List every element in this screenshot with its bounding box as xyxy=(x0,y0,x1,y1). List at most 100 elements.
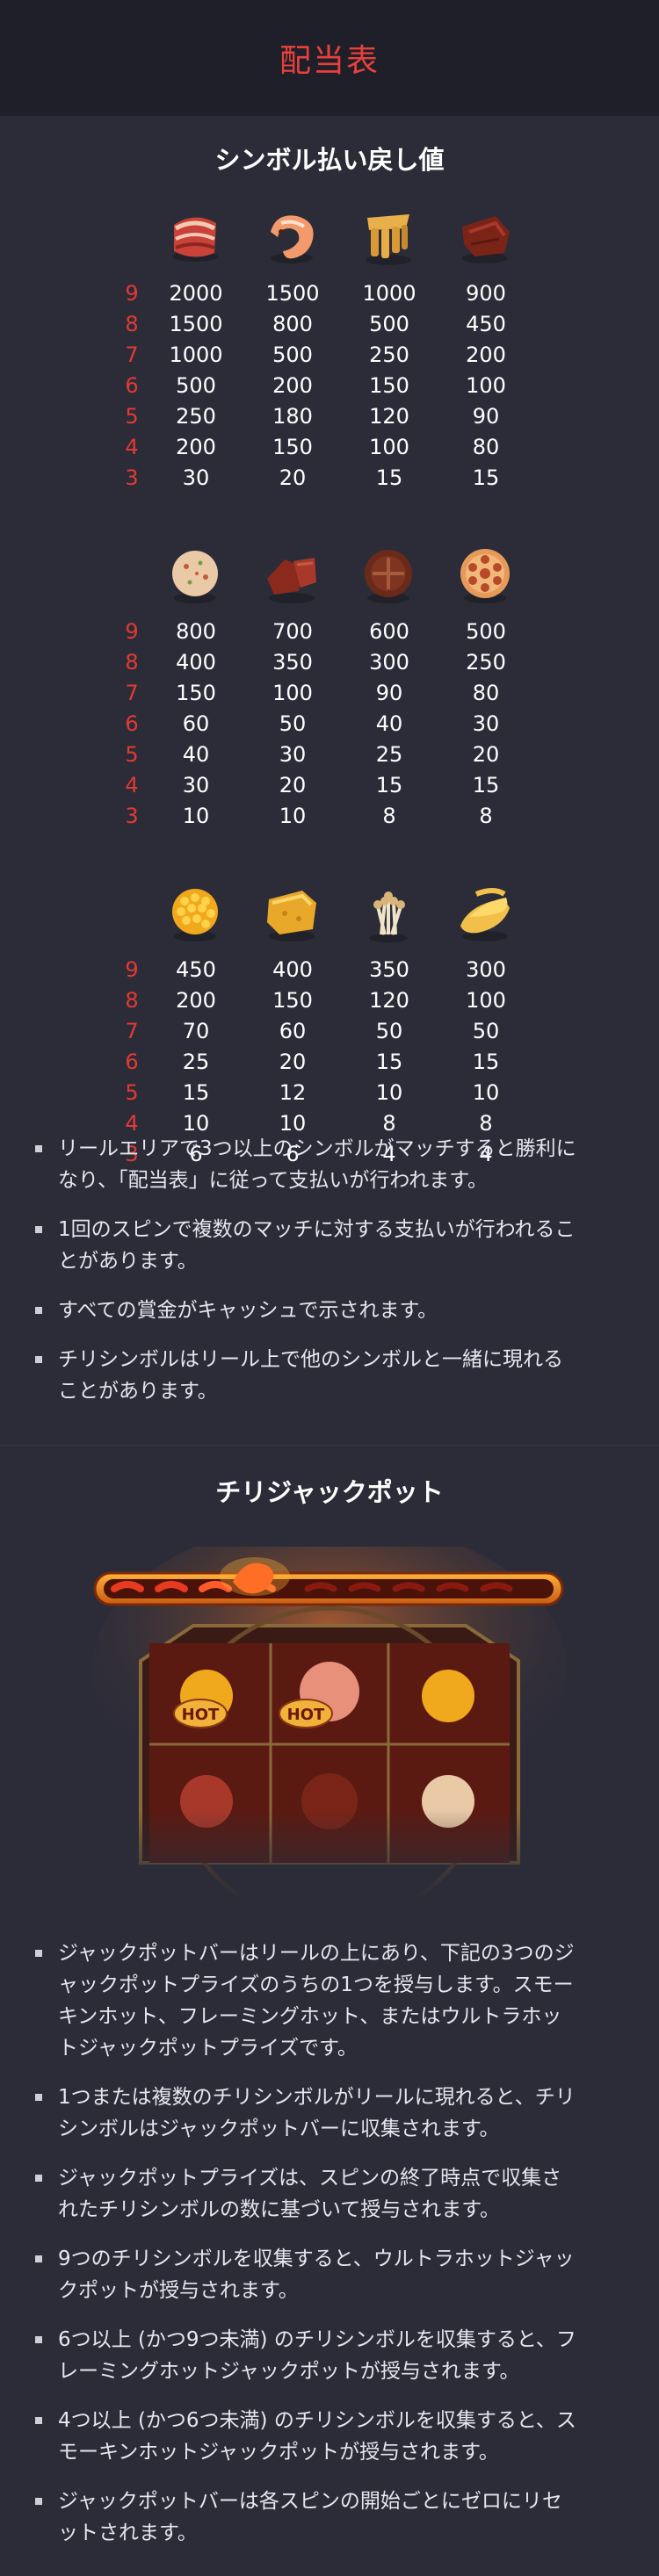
pay-row: 3 30 20 15 15 xyxy=(0,465,659,495)
rule-text-line: シンボルはジャックポットバーに収集されます。 xyxy=(58,2118,500,2140)
pay-value: 250 xyxy=(369,343,409,367)
rule-text-line: ジャックポットプライズは、スピンの終了時点で収集さ xyxy=(58,2167,562,2190)
enoki-icon xyxy=(344,878,432,949)
pay-row: 7 1000 500 250 200 xyxy=(0,343,659,372)
pay-value: 15 xyxy=(472,465,500,490)
rule-item: ジャックポットバーは各スピンの開始ごとにゼロにリセ ットされます。 xyxy=(35,2486,624,2549)
bullet-icon xyxy=(35,2255,42,2262)
pay-row: 5 40 30 25 20 xyxy=(0,742,659,772)
pay-value: 200 xyxy=(176,988,216,1013)
rule-item: すべての賞金がキャッシュで示されます。 xyxy=(35,1295,624,1326)
pay-value: 100 xyxy=(466,373,506,398)
jackpot-bar-icon xyxy=(93,1571,564,1606)
rule-item: 1回のスピンで複数のマッチに対する支払いが行われるこ とがあります。 xyxy=(35,1214,624,1277)
pay-value: 350 xyxy=(369,957,409,982)
pay-row: 7 70 60 50 50 xyxy=(0,1019,659,1049)
pay-value: 15 xyxy=(375,465,403,490)
shrimp-icon xyxy=(248,202,336,272)
bullet-icon xyxy=(35,2417,42,2424)
pay-value: 30 xyxy=(182,773,210,797)
rule-item: 6つ以上 (かつ9つ未満) のチリシンボルを収集すると、フ レーミングホットジャッ… xyxy=(35,2324,624,2387)
pay-row: 7 150 100 90 80 xyxy=(0,681,659,711)
pay-value: 10 xyxy=(182,804,210,828)
pay-row: 9 800 700 600 500 xyxy=(0,619,659,649)
pay-value: 2000 xyxy=(169,281,223,306)
pay-value: 500 xyxy=(466,619,506,644)
pay-value: 800 xyxy=(176,619,216,644)
bullet-icon xyxy=(35,2336,42,2343)
pay-value: 15 xyxy=(472,773,500,797)
pay-value: 8 xyxy=(382,804,396,828)
pay-value: 100 xyxy=(466,988,506,1013)
bullet-icon xyxy=(35,1145,42,1152)
rule-text-line: キンホット、フレーミングホット、またはウルトラホッ xyxy=(58,2005,562,2028)
rule-text-line: 1回のスピンで複数のマッチに対する支払いが行われるこ xyxy=(58,1218,576,1241)
bullet-icon xyxy=(35,2175,42,2182)
pay-row: 6 500 200 150 100 xyxy=(0,373,659,403)
pay-value: 200 xyxy=(272,373,313,398)
pay-value: 8 xyxy=(479,804,493,828)
pay-value: 150 xyxy=(176,681,216,705)
pay-row: 8 400 350 300 250 xyxy=(0,650,659,680)
rule-item: チリシンボルはリール上で他のシンボルと一緒に現れる ことがあります。 xyxy=(35,1344,624,1407)
pay-value: 10 xyxy=(279,1111,307,1136)
pay-value: 12 xyxy=(279,1080,307,1105)
pay-value: 20 xyxy=(279,465,307,490)
pay-value: 60 xyxy=(182,711,210,736)
shiitake-icon xyxy=(344,540,432,610)
rule-item: ジャックポットバーはリールの上にあり、下記の3つのジ ャックポットプライズのうちの… xyxy=(35,1937,624,2064)
pay-value: 250 xyxy=(466,650,506,675)
rule-item: 9つのチリシンボルを収集すると、ウルトラホットジャッ クポットが授与されます。 xyxy=(35,2243,624,2306)
rule-text-line: ャックポットプライズのうちの1つを授与します。スモー xyxy=(58,1973,574,1996)
pay-value: 15 xyxy=(375,1050,403,1074)
pay-value: 180 xyxy=(272,404,313,429)
bullet-icon xyxy=(35,1950,42,1957)
pay-value: 30 xyxy=(472,711,500,736)
rule-text-line: クポットが授与されます。 xyxy=(58,2279,299,2302)
pay-value: 150 xyxy=(272,988,313,1013)
fried-tofu-icon xyxy=(248,878,336,949)
pay-value: 50 xyxy=(375,1019,403,1043)
rule-text-line: ジャックポットバーは各スピンの開始ごとにゼロにリセ xyxy=(58,2490,562,2513)
pay-value: 200 xyxy=(176,435,216,459)
pay-value: 100 xyxy=(272,681,313,705)
pay-row: 3 10 10 8 8 xyxy=(0,804,659,833)
pay-value: 600 xyxy=(369,619,409,644)
pay-value: 80 xyxy=(472,435,500,459)
meat-chunk-icon xyxy=(248,540,336,610)
rule-text-line: チリシンボルはリール上で他のシンボルと一緒に現れる xyxy=(58,1348,563,1371)
jackpot-section-title: チリジャックポット xyxy=(215,1477,444,1507)
rule-text-line: なり、「配当表」に従って支払いが行われます。 xyxy=(58,1169,488,1192)
tofu-skin-icon xyxy=(344,202,432,272)
rule-text-line: トジャックポットプライズです。 xyxy=(58,2037,358,2060)
pay-value: 120 xyxy=(369,404,409,429)
pay-value: 200 xyxy=(466,343,506,367)
pay-value: 40 xyxy=(182,742,210,767)
symbol-icon-row xyxy=(0,202,659,272)
pay-value: 300 xyxy=(369,650,409,675)
lotus-root-icon xyxy=(441,540,529,610)
pay-value: 80 xyxy=(472,681,500,705)
pay-value: 15 xyxy=(472,1050,500,1074)
rule-item: 4つ以上 (かつ6つ未満) のチリシンボルを収集すると、ス モーキンホットジャック… xyxy=(35,2405,624,2468)
jackpot-section: チリジャックポット HOT HOT ジャックポットバーはリールの上にあり、下記の… xyxy=(0,1445,659,2576)
bullet-icon xyxy=(35,2498,42,2505)
pay-value: 100 xyxy=(369,435,409,459)
paytable-section: シンボル払い戻し値 9 2000 1500 1000 900 8 1500 80… xyxy=(0,116,659,1445)
potato-slice-icon xyxy=(441,878,529,949)
hot-badge-text-2: HOT xyxy=(287,1706,325,1724)
pay-value: 15 xyxy=(182,1080,210,1105)
pay-value: 50 xyxy=(472,1019,500,1043)
pay-value: 8 xyxy=(479,1111,493,1136)
pay-value: 400 xyxy=(272,957,313,982)
pay-row: 6 60 50 40 30 xyxy=(0,711,659,741)
pay-value: 10 xyxy=(279,804,307,828)
corn-icon xyxy=(151,878,239,949)
rule-text-line: ットされます。 xyxy=(58,2522,198,2544)
rule-text-line: 4つ以上 (かつ6つ未満) のチリシンボルを収集すると、ス xyxy=(58,2409,576,2432)
pay-value: 500 xyxy=(176,373,216,398)
pay-value: 10 xyxy=(472,1080,500,1105)
pay-value: 70 xyxy=(182,1019,210,1043)
pay-row: 9 2000 1500 1000 900 xyxy=(0,281,659,311)
bacon-icon xyxy=(151,202,239,272)
